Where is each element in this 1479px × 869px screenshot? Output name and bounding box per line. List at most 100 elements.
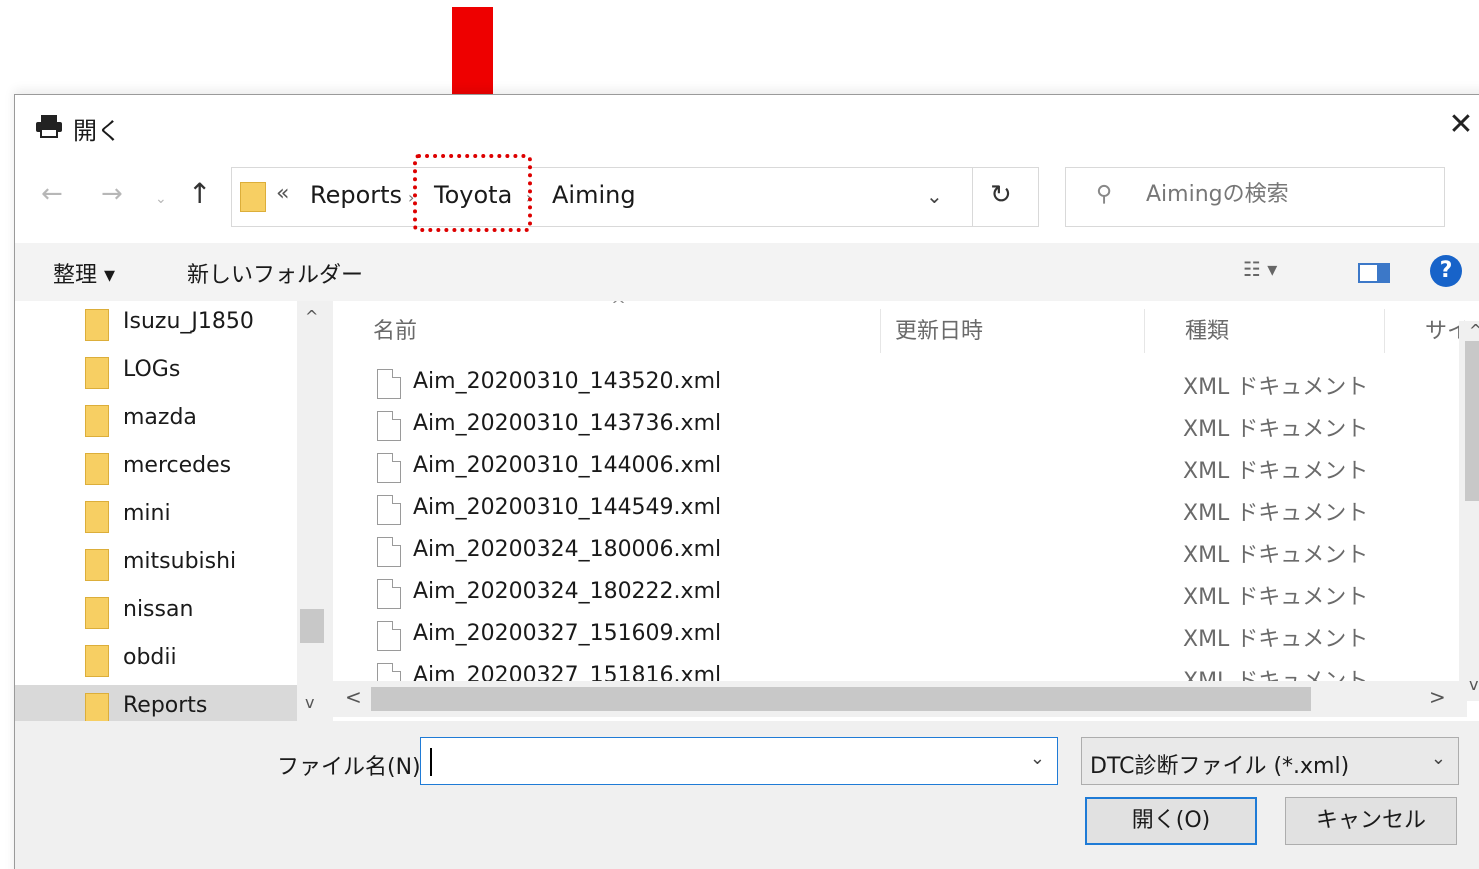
tree-item-mini[interactable]: mini [85, 493, 305, 541]
file-name: Aim_20200310_144006.xml [413, 453, 722, 478]
folder-icon [85, 645, 109, 677]
address-bar[interactable]: « Reports › Toyota › Aiming ⌄ ↻ [231, 167, 1039, 227]
scroll-up-icon[interactable]: ^ [1469, 321, 1479, 340]
view-options-button[interactable]: ☷ ▾ [1243, 257, 1277, 281]
tree-item-label: Isuzu_J1850 [123, 309, 254, 334]
tree-item-isuzu-j1850[interactable]: Isuzu_J1850 [85, 301, 305, 349]
refresh-button[interactable]: ↻ [990, 180, 1012, 210]
file-row[interactable]: Aim_20200310_143520.xml XML ドキュメント [333, 363, 1455, 405]
folder-icon [85, 357, 109, 389]
search-icon: ⚲ [1096, 182, 1113, 207]
window-title: 開く [73, 117, 121, 145]
chevron-down-icon[interactable]: ⌄ [1431, 748, 1446, 769]
search-box[interactable]: ⚲ [1065, 167, 1445, 227]
file-icon [377, 537, 401, 567]
file-name: Aim_20200310_143736.xml [413, 411, 722, 436]
command-toolbar: 整理 ▾ 新しいフォルダー ☷ ▾ ? [15, 243, 1479, 301]
file-row[interactable]: Aim_20200324_180006.xml XML ドキュメント [333, 531, 1455, 573]
nav-scrollbar[interactable]: ^ v [297, 301, 327, 721]
scroll-thumb[interactable] [371, 687, 1311, 711]
new-folder-button[interactable]: 新しいフォルダー [187, 257, 363, 289]
filetype-value: DTC診断ファイル (*.xml) [1090, 754, 1350, 779]
open-button[interactable]: 開く(O) [1085, 797, 1257, 845]
folder-icon [85, 405, 109, 437]
folder-icon [85, 597, 109, 629]
tree-item-mercedes[interactable]: mercedes [85, 445, 305, 493]
tree-item-label: mitsubishi [123, 549, 237, 574]
file-name: Aim_20200324_180222.xml [413, 579, 722, 604]
file-type: XML ドキュメント [1183, 585, 1369, 610]
column-header-modified[interactable]: 更新日時 [855, 309, 1145, 353]
file-type: XML ドキュメント [1183, 627, 1369, 652]
chevron-down-icon[interactable]: ⌄ [1030, 748, 1045, 769]
breadcrumb-overflow-icon[interactable]: « [276, 181, 289, 206]
close-button[interactable]: ✕ [1441, 105, 1479, 145]
file-icon [377, 495, 401, 525]
scroll-up-icon[interactable]: ^ [305, 307, 318, 326]
chevron-down-icon[interactable]: ⌄ [926, 184, 943, 208]
tree-item-label: mazda [123, 405, 197, 430]
file-icon [377, 453, 401, 483]
column-header-name[interactable]: 名前 [333, 309, 881, 353]
horizontal-scrollbar[interactable]: < > [327, 681, 1467, 717]
file-type: XML ドキュメント [1183, 375, 1369, 400]
tree-item-label: nissan [123, 597, 194, 622]
help-icon[interactable]: ? [1430, 255, 1462, 287]
navigation-bar: ← → ⌄ ↑ « Reports › Toyota › Aiming ⌄ ↻ … [15, 153, 1479, 243]
forward-button[interactable]: → [101, 179, 123, 209]
recent-locations-icon[interactable]: ⌄ [155, 191, 167, 207]
file-name: Aim_20200324_180006.xml [413, 537, 722, 562]
file-list: ^ 名前 更新日時 種類 サイ Aim_20200310_143520.xml … [333, 301, 1479, 721]
file-name: Aim_20200327_151609.xml [413, 621, 722, 646]
tree-item-mazda[interactable]: mazda [85, 397, 305, 445]
file-name: Aim_20200310_143520.xml [413, 369, 722, 394]
breadcrumb-aiming[interactable]: Aiming [552, 181, 636, 209]
scroll-down-icon[interactable]: v [1469, 675, 1478, 694]
file-icon [377, 579, 401, 609]
file-row[interactable]: Aim_20200324_180222.xml XML ドキュメント [333, 573, 1455, 615]
filename-field[interactable]: ⌄ [420, 737, 1058, 785]
column-header-type[interactable]: 種類 [1145, 309, 1385, 353]
scroll-thumb[interactable] [1465, 341, 1479, 501]
file-row[interactable]: Aim_20200310_144549.xml XML ドキュメント [333, 489, 1455, 531]
folder-icon [240, 182, 266, 212]
filename-input[interactable] [427, 744, 1007, 778]
tree-item-label: obdii [123, 645, 177, 670]
file-row[interactable]: Aim_20200310_144006.xml XML ドキュメント [333, 447, 1455, 489]
scroll-down-icon[interactable]: v [305, 693, 314, 712]
file-icon [377, 369, 401, 399]
organize-button[interactable]: 整理 ▾ [53, 257, 115, 289]
tree-item-reports[interactable]: Reports [15, 685, 327, 721]
tree-item-label: mini [123, 501, 171, 526]
file-row[interactable]: Aim_20200327_151609.xml XML ドキュメント [333, 615, 1455, 657]
tree-item-obdii[interactable]: obdii [85, 637, 305, 685]
search-input[interactable] [1146, 182, 1426, 207]
printer-icon [36, 115, 62, 138]
tree-item-mitsubishi[interactable]: mitsubishi [85, 541, 305, 589]
file-icon [377, 411, 401, 441]
annotation-highlight-box [413, 154, 532, 232]
scroll-left-icon[interactable]: < [345, 685, 362, 709]
scroll-thumb[interactable] [300, 609, 324, 643]
up-folder-button[interactable]: ↑ [188, 177, 211, 210]
folder-icon [85, 549, 109, 581]
filename-label: ファイル名(N): [277, 755, 429, 780]
folder-icon [85, 693, 109, 721]
folder-icon [85, 501, 109, 533]
filetype-select[interactable]: DTC診断ファイル (*.xml) ⌄ [1081, 737, 1459, 785]
back-button[interactable]: ← [41, 179, 63, 209]
scroll-right-icon[interactable]: > [1429, 685, 1446, 709]
tree-item-nissan[interactable]: nissan [85, 589, 305, 637]
file-list-scrollbar[interactable]: ^ v [1459, 321, 1479, 701]
preview-pane-icon[interactable] [1358, 263, 1390, 283]
breadcrumb-reports[interactable]: Reports [310, 181, 402, 209]
file-icon [377, 621, 401, 651]
file-type: XML ドキュメント [1183, 417, 1369, 442]
file-row[interactable]: Aim_20200310_143736.xml XML ドキュメント [333, 405, 1455, 447]
title-bar: 開く ✕ [15, 95, 1479, 153]
folder-icon [85, 453, 109, 485]
tree-item-label: LOGs [123, 357, 181, 382]
cancel-button[interactable]: キャンセル [1285, 797, 1457, 845]
open-file-dialog: 開く ✕ ← → ⌄ ↑ « Reports › Toyota › Aiming… [14, 94, 1479, 869]
tree-item-logs[interactable]: LOGs [85, 349, 305, 397]
